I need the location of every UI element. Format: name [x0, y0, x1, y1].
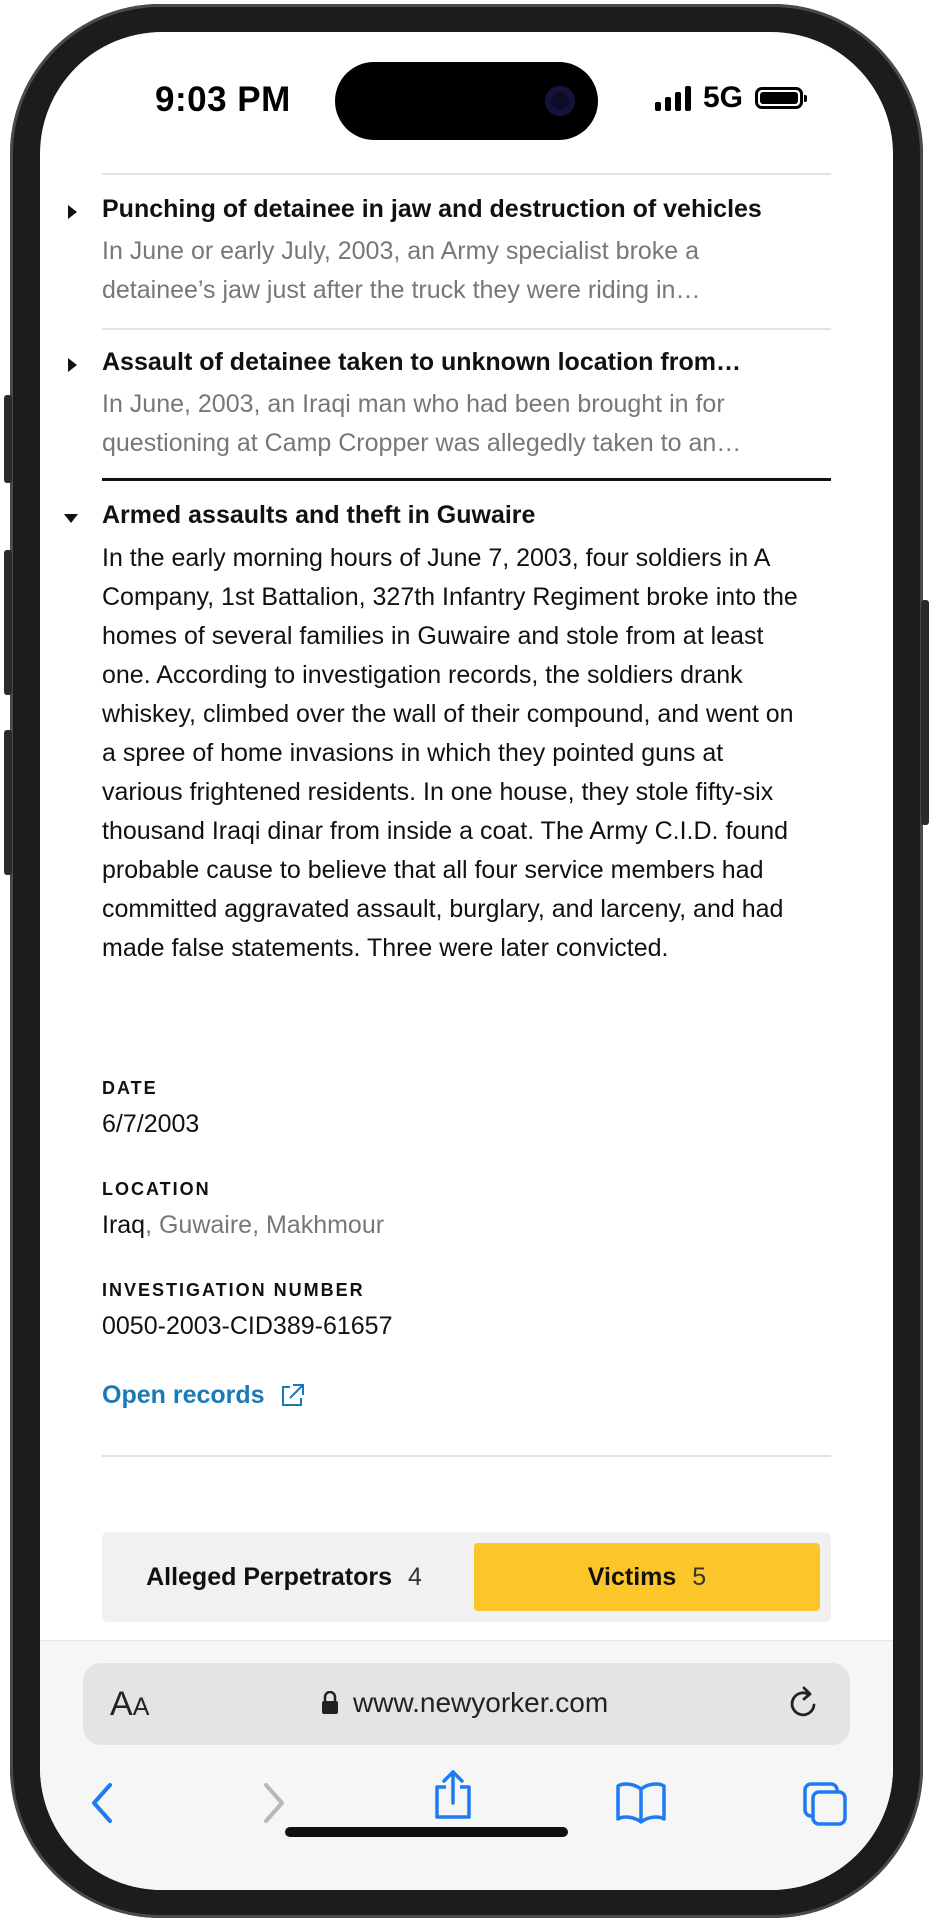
date-label: DATE	[102, 1078, 158, 1098]
dynamic-island	[335, 62, 598, 140]
power-button	[921, 600, 929, 825]
tab-alleged-perpetrators[interactable]: Alleged Perpetrators 4	[113, 1543, 455, 1611]
url-text: www.newyorker.com	[353, 1687, 609, 1718]
safari-bottom-bar: AA www.newyorker.com	[40, 1640, 893, 1890]
bookmarks-icon[interactable]	[615, 1781, 667, 1825]
reader-settings-button[interactable]: AA	[110, 1685, 149, 1724]
lock-icon	[322, 1691, 338, 1714]
action-button	[4, 395, 12, 483]
location-country: Iraq	[102, 1211, 146, 1239]
forward-icon[interactable]	[258, 1781, 288, 1825]
item-title[interactable]: Assault of detainee taken to unknown loc…	[102, 348, 741, 377]
url-display[interactable]: www.newyorker.com	[321, 1687, 608, 1719]
expand-triangle-icon[interactable]	[68, 205, 77, 219]
tabs-icon[interactable]	[802, 1781, 848, 1827]
address-bar[interactable]: AA www.newyorker.com	[83, 1663, 850, 1745]
tab-label: Alleged Perpetrators	[146, 1562, 392, 1591]
item-summary: In June or early July, 2003, an Army spe…	[102, 237, 701, 304]
expand-triangle-icon[interactable]	[68, 358, 77, 372]
divider	[102, 173, 831, 175]
reload-icon[interactable]	[784, 1683, 824, 1723]
investigation-label: INVESTIGATION NUMBER	[102, 1280, 365, 1300]
location-detail: , Guwaire, Makhmour	[145, 1211, 385, 1239]
divider-active	[102, 478, 831, 481]
tab-count: 4	[408, 1562, 422, 1591]
expanded-body: In the early morning hours of June 7, 20…	[102, 544, 798, 962]
tab-victims[interactable]: Victims 5	[474, 1543, 820, 1611]
camera-icon	[545, 86, 575, 116]
divider	[102, 328, 831, 330]
item-summary: In June, 2003, an Iraqi man who had been…	[102, 390, 742, 457]
share-icon[interactable]	[433, 1769, 473, 1821]
location-label: LOCATION	[102, 1179, 211, 1199]
collapse-triangle-icon[interactable]	[64, 514, 78, 523]
tab-label: Victims	[587, 1562, 677, 1591]
volume-up-button	[4, 550, 12, 695]
investigation-number: 0050-2003-CID389-61657	[102, 1312, 393, 1340]
back-icon[interactable]	[88, 1781, 118, 1825]
item-title[interactable]: Punching of detainee in jaw and destruct…	[102, 195, 762, 224]
screen: Punching of detainee in jaw and destruct…	[40, 32, 893, 1890]
open-records-link[interactable]: Open records	[102, 1381, 305, 1410]
aa-large: A	[110, 1685, 133, 1723]
external-link-icon	[281, 1383, 304, 1406]
open-records-label: Open records	[102, 1381, 265, 1409]
status-indicators: 5G	[655, 78, 808, 118]
battery-icon	[755, 87, 808, 109]
location-value: Iraq, Guwaire, Makhmour	[102, 1211, 384, 1240]
home-indicator	[285, 1827, 568, 1837]
date-value: 6/7/2003	[102, 1110, 200, 1138]
aa-small: A	[132, 1693, 150, 1721]
network-type: 5G	[703, 81, 744, 114]
tab-switcher: Alleged Perpetrators 4 Victims 5	[102, 1532, 831, 1622]
status-time: 9:03 PM	[155, 80, 291, 119]
divider	[102, 1455, 831, 1457]
expanded-title[interactable]: Armed assaults and theft in Guwaire	[102, 501, 535, 530]
tab-count: 5	[692, 1562, 707, 1591]
cellular-signal-icon	[655, 85, 691, 111]
volume-down-button	[4, 730, 12, 875]
